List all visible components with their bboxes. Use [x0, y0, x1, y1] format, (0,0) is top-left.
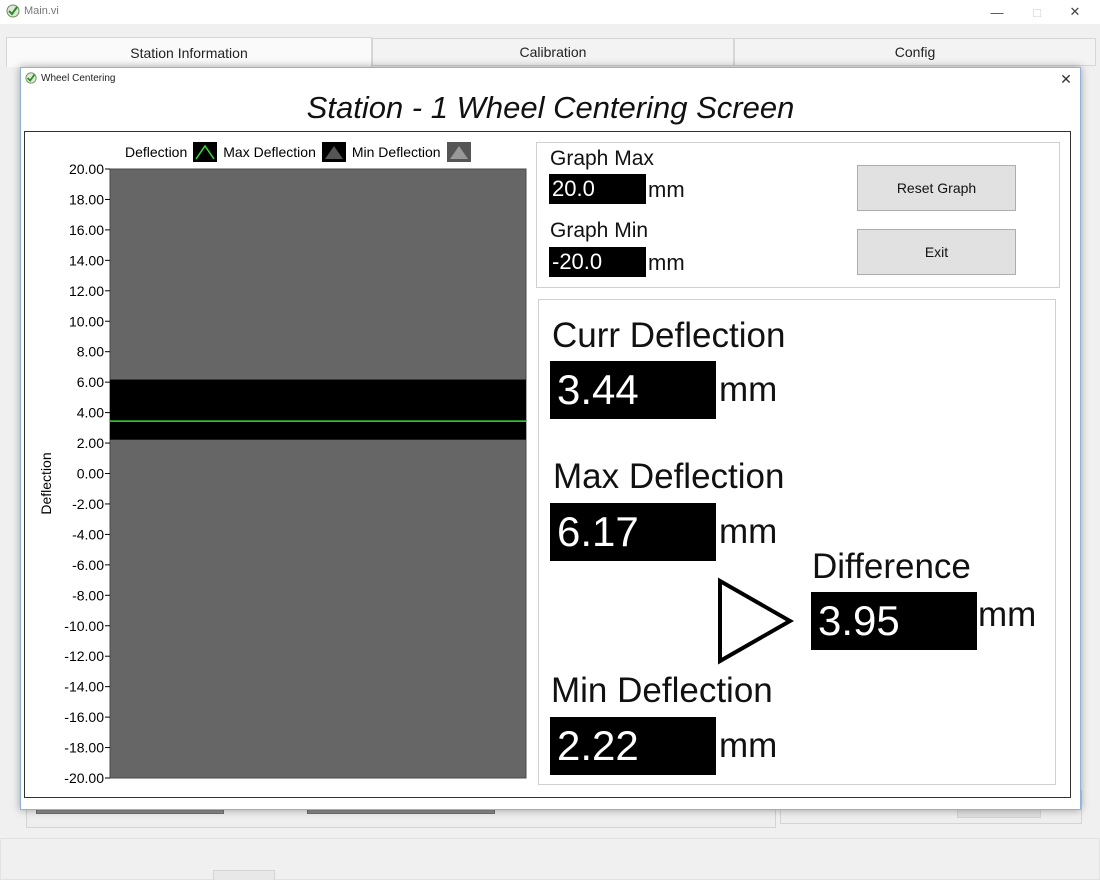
curr-deflection-unit: mm: [719, 370, 778, 409]
y-tick-label: -12.00: [64, 648, 104, 664]
y-tick-label: -18.00: [64, 740, 104, 756]
y-tick-label: -6.00: [72, 557, 104, 573]
graph-min-label: Graph Min: [550, 219, 649, 242]
legend-swatch-min: [446, 142, 471, 162]
legend-label-deflection: Deflection: [125, 144, 188, 160]
chart-legend: Deflection Max Deflection Min Deflection: [125, 142, 471, 162]
legend-swatch-deflection: [193, 142, 218, 162]
y-tick-label: -16.00: [64, 709, 104, 725]
y-tick-label: 14.00: [69, 252, 104, 268]
background-field: [213, 870, 275, 880]
deflection-readouts-panel: Curr Deflection 3.44 mm Max Deflection 6…: [538, 299, 1056, 785]
min-deflection-unit: mm: [719, 726, 778, 765]
exit-button[interactable]: Exit: [857, 229, 1016, 275]
content-frame: 20.00 18.00 16.00 14.00 12.00 10.00 8.00 6.00 4.…: [24, 131, 1071, 798]
graph-max-unit: mm: [648, 177, 685, 202]
main-tabs: Station Information Calibration Config: [6, 37, 1096, 67]
max-deflection-unit: mm: [719, 512, 778, 551]
curr-deflection-label: Curr Deflection: [552, 316, 786, 355]
screen-title: Station - 1 Wheel Centering Screen: [306, 90, 795, 125]
y-axis-label: Deflection: [38, 452, 54, 514]
plot-area: [109, 168, 527, 779]
close-button[interactable]: ✕: [1056, 0, 1094, 24]
minimize-button[interactable]: —: [978, 0, 1016, 24]
y-tick-label: -8.00: [72, 587, 104, 603]
dialog-close-button[interactable]: ✕: [1056, 69, 1076, 89]
y-tick-label: 10.00: [69, 313, 104, 329]
tab-station-information[interactable]: Station Information: [6, 37, 372, 67]
tab-label: Config: [894, 44, 936, 60]
y-tick-label: 20.00: [69, 161, 104, 177]
graph-max-label: Graph Max: [550, 147, 654, 170]
wheel-centering-dialog: Wheel Centering ✕ Station - 1 Wheel Cent…: [20, 67, 1081, 810]
graph-min-field[interactable]: -20.0: [549, 247, 646, 277]
legend-swatch-max: [321, 142, 346, 162]
y-tick-label: 12.00: [69, 283, 104, 299]
graph-min-unit: mm: [648, 250, 685, 275]
legend-label-min: Min Deflection: [351, 144, 441, 160]
dialog-check-icon: [25, 72, 37, 84]
y-tick-label: 18.00: [69, 191, 104, 207]
tab-label: Station Information: [130, 44, 248, 61]
main-window-titlebar: Main.vi — □ ✕: [0, 0, 1100, 24]
y-tick-label: 6.00: [77, 374, 104, 390]
background-status-area: [0, 838, 1100, 880]
min-deflection-label: Min Deflection: [551, 671, 773, 710]
y-tick-label: -2.00: [72, 496, 104, 512]
tab-calibration[interactable]: Calibration: [372, 38, 734, 66]
graph-settings-panel: Graph Max 20.0 mm Graph Min -20.0 mm Res…: [536, 142, 1060, 288]
legend-label-max: Max Deflection: [223, 144, 316, 160]
deflection-band: [110, 379, 526, 440]
dialog-title: Wheel Centering: [41, 73, 116, 84]
curr-deflection-value: 3.44: [550, 361, 716, 419]
deflection-chart: 20.00 18.00 16.00 14.00 12.00 10.00 8.00 6.00 4.…: [38, 161, 527, 786]
y-tick-label: 2.00: [77, 435, 104, 451]
difference-unit: mm: [978, 595, 1037, 634]
difference-arrow-icon: [718, 577, 795, 665]
y-tick-label: 0.00: [77, 466, 104, 482]
y-tick-label: 4.00: [77, 405, 104, 421]
y-tick-label: 16.00: [69, 222, 104, 238]
y-tick-label: -4.00: [72, 526, 104, 542]
y-tick-label: -14.00: [64, 679, 104, 695]
max-deflection-value: 6.17: [550, 503, 716, 561]
dialog-titlebar: Wheel Centering ✕: [21, 68, 1080, 90]
app-check-icon: [6, 4, 20, 18]
reset-graph-button[interactable]: Reset Graph: [857, 165, 1016, 211]
difference-label: Difference: [812, 547, 971, 586]
maximize-button[interactable]: □: [1018, 0, 1056, 24]
tab-config[interactable]: Config: [734, 38, 1096, 66]
tab-label: Calibration: [519, 44, 587, 60]
max-deflection-label: Max Deflection: [553, 457, 785, 496]
difference-value: 3.95: [811, 592, 977, 650]
y-tick-label: 8.00: [77, 344, 104, 360]
min-deflection-value: 2.22: [550, 717, 716, 775]
graph-max-field[interactable]: 20.0: [549, 174, 646, 204]
y-tick-label: -20.00: [64, 770, 104, 786]
y-tick-label: -10.00: [64, 618, 104, 634]
main-window-title: Main.vi: [24, 5, 59, 17]
